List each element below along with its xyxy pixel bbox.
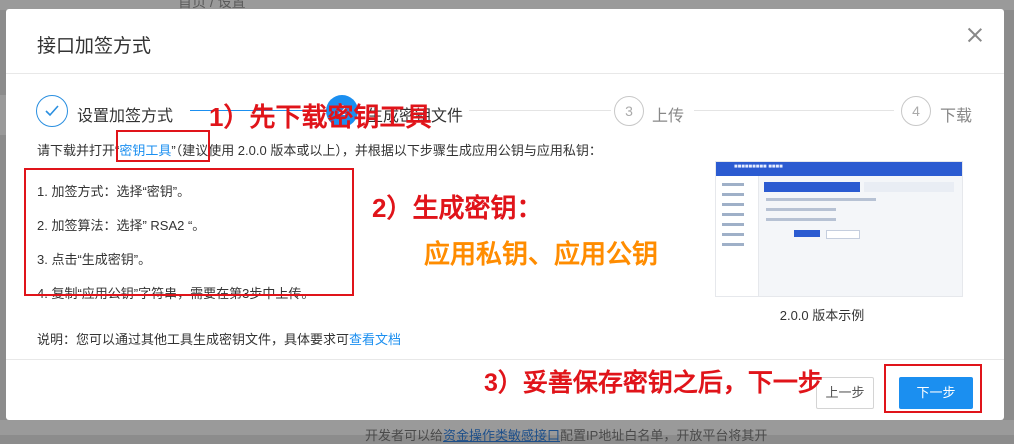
- prev-step-button[interactable]: 上一步: [816, 377, 874, 409]
- step-4-indicator: 4: [901, 96, 931, 126]
- step-3-indicator: 3: [614, 96, 644, 126]
- annotation-generate-key: 2）生成密钥：: [372, 193, 543, 223]
- note-text: 说明：您可以通过其他工具生成密钥文件，具体要求可查看文档: [37, 332, 402, 347]
- view-docs-link[interactable]: 查看文档: [349, 332, 401, 347]
- annotation-box-next-button: [884, 364, 982, 413]
- step-1-label: 设置加签方式: [77, 108, 174, 125]
- footer-divider: [6, 359, 1004, 360]
- step-1-check-icon: [36, 95, 68, 127]
- step-4-label: 下载: [940, 108, 973, 125]
- header-divider: [6, 73, 1004, 74]
- dialog-title: 接口加签方式: [37, 36, 152, 57]
- annotation-save-then-next: 3）妥善保存密钥之后，下一步: [484, 369, 823, 397]
- annotation-key-types: 应用私钥、应用公钥: [424, 239, 659, 269]
- close-icon[interactable]: [966, 26, 984, 44]
- step-3-label: 上传: [652, 108, 685, 125]
- annotation-box-instructions: [24, 168, 354, 296]
- example-caption: 2.0.0 版本示例: [779, 308, 865, 323]
- annotation-download-tool: 1）先下载密钥工具: [209, 102, 432, 132]
- step-connector-3: [694, 110, 894, 111]
- key-tool-example-image: ■■■■■■■■■ ■■■■: [715, 161, 963, 297]
- annotation-box-key-tool: [116, 130, 210, 162]
- step-connector-2: [469, 110, 611, 111]
- background-footer-link: 资金操作类敏感接口: [443, 428, 561, 443]
